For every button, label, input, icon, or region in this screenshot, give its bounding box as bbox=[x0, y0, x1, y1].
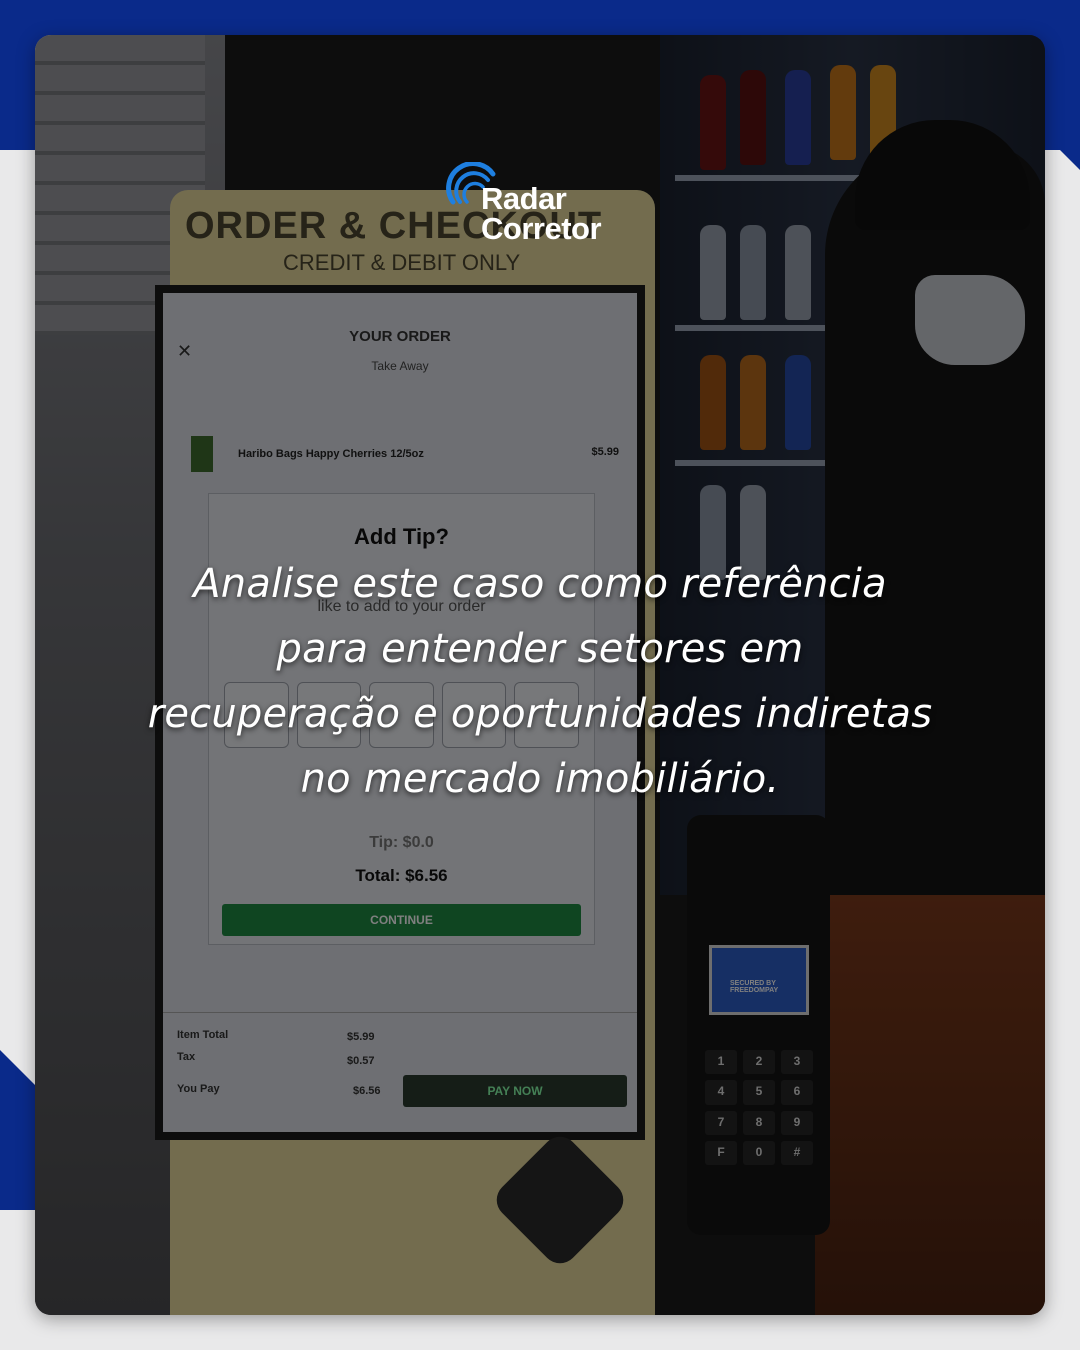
logo-line-1: Radar bbox=[481, 181, 567, 216]
logo-wordmark: Radar Corretor bbox=[481, 181, 602, 246]
post-card: ORDER & CHECKOUT CREDIT & DEBIT ONLY ✕ Y… bbox=[35, 35, 1045, 1315]
headline-text: Analise este caso como referência para e… bbox=[147, 561, 933, 802]
radar-corretor-logo: Radar Corretor bbox=[445, 162, 645, 252]
logo-line-2: Corretor bbox=[481, 211, 602, 246]
